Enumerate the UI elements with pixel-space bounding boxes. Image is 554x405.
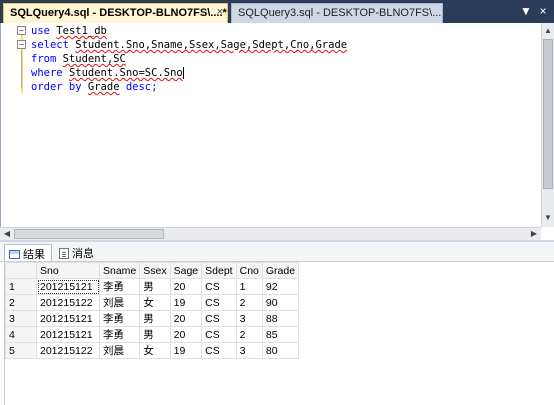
cell-sage[interactable]: 19 [169,342,203,359]
table-row[interactable]: 2 201215122 刘晨 女 19 CS 2 90 [5,294,300,311]
sql-editor[interactable]: − − use Test1_db select Student.Sno,Snam… [0,23,541,227]
row-number[interactable]: 2 [5,294,37,311]
collapse-icon[interactable]: − [17,26,26,35]
cell-grade[interactable]: 80 [261,342,300,359]
close-window-icon[interactable]: × [535,3,551,19]
code-line-2: select Student.Sno,Sname,Ssex,Sage,Sdept… [31,39,348,51]
cell-sname[interactable]: 刘晨 [98,294,141,311]
cell-grade[interactable]: 88 [261,310,300,327]
cell-grade[interactable]: 85 [261,326,300,343]
cell-cno[interactable]: 1 [235,278,263,295]
cell-sdept[interactable]: CS [201,310,237,327]
result-tab-strip: 结果 消息 [0,242,554,262]
code-line-5: order by Grade desc; [31,81,158,93]
table-row[interactable]: 5 201215122 刘晨 女 19 CS 3 80 [5,342,300,359]
cell-sage[interactable]: 20 [169,310,203,327]
table-row[interactable]: 1 201215121 李勇 男 20 CS 1 92 [5,278,300,295]
cell-ssex[interactable]: 女 [139,294,171,311]
column-header-sno[interactable]: Sno [36,262,100,279]
code-line-4: where Student.Sno=SC.Sno [31,67,184,79]
horizontal-scroll-thumb[interactable] [14,229,164,239]
cell-grade[interactable]: 90 [261,294,300,311]
cell-grade[interactable]: 92 [261,278,300,295]
row-number[interactable]: 1 [5,278,37,295]
row-number[interactable]: 3 [5,310,37,327]
results-table: Sno Sname Ssex Sage Sdept Cno Grade 1 20… [5,262,300,359]
messages-icon [59,248,69,259]
tab-list-dropdown-icon[interactable]: ▼ [518,3,534,19]
cell-ssex[interactable]: 男 [139,310,171,327]
table-row[interactable]: 3 201215121 李勇 男 20 CS 3 88 [5,310,300,327]
tab-sqlquery3-label: SQLQuery3.sql - DESKTOP-BLNO7FS\....* [238,7,443,19]
code-line-3: from Student,SC [31,53,126,65]
cell-sno[interactable]: 201215122 [36,342,100,359]
cell-sno[interactable]: 201215122 [36,294,100,311]
cell-sno[interactable]: 201215121 [36,278,100,295]
cell-cno[interactable]: 3 [235,342,263,359]
column-header-sdept[interactable]: Sdept [201,262,237,279]
cell-ssex[interactable]: 男 [139,326,171,343]
cell-sname[interactable]: 李勇 [98,310,141,327]
cell-cno[interactable]: 2 [235,326,263,343]
header-row: Sno Sname Ssex Sage Sdept Cno Grade [5,262,300,279]
cell-sdept[interactable]: CS [201,294,237,311]
tab-results-label: 结果 [23,249,45,261]
code-line-1: use Test1_db [31,25,107,37]
cell-sage[interactable]: 20 [169,278,203,295]
grid-icon [9,250,20,259]
cell-sage[interactable]: 20 [169,326,203,343]
cell-ssex[interactable]: 女 [139,342,171,359]
cell-sno[interactable]: 201215121 [36,326,100,343]
results-grid[interactable]: Sno Sname Ssex Sage Sdept Cno Grade 1 20… [4,262,554,405]
scroll-up-icon[interactable]: ▲ [542,25,554,37]
cell-sname[interactable]: 李勇 [98,326,141,343]
row-number[interactable]: 5 [5,342,37,359]
collapse-icon[interactable]: − [17,40,26,49]
cell-sno[interactable]: 201215121 [36,310,100,327]
scroll-right-icon[interactable]: ▶ [528,228,540,240]
tab-messages-label: 消息 [72,248,94,260]
column-header-sage[interactable]: Sage [169,262,203,279]
column-header-ssex[interactable]: Ssex [139,262,171,279]
cell-sage[interactable]: 19 [169,294,203,311]
cell-sdept[interactable]: CS [201,342,237,359]
column-header-sname[interactable]: Sname [98,262,141,279]
cell-cno[interactable]: 3 [235,310,263,327]
column-header-cno[interactable]: Cno [235,262,263,279]
cell-cno[interactable]: 2 [235,294,263,311]
close-tab-icon[interactable]: × [217,6,223,18]
editor-horizontal-scrollbar[interactable]: ◀ ▶ [0,227,541,240]
text-caret [182,67,184,79]
cell-sdept[interactable]: CS [201,278,237,295]
editor-vertical-scrollbar[interactable]: ▲ ▼ [541,23,554,227]
row-number-header [5,262,37,279]
scroll-left-icon[interactable]: ◀ [1,228,13,240]
table-row[interactable]: 4 201215121 李勇 男 20 CS 2 85 [5,326,300,343]
tab-messages[interactable]: 消息 [55,244,105,261]
cell-ssex[interactable]: 男 [139,278,171,295]
column-header-grade[interactable]: Grade [261,262,300,279]
vertical-scroll-thumb[interactable] [543,39,553,189]
tab-results[interactable]: 结果 [4,244,52,261]
scroll-down-icon[interactable]: ▼ [542,212,554,224]
cell-sname[interactable]: 刘晨 [98,342,141,359]
document-tab-strip: SQLQuery4.sql - DESKTOP-BLNO7FS\....* × … [0,0,554,23]
tab-sqlquery4-label: SQLQuery4.sql - DESKTOP-BLNO7FS\....* [10,7,227,19]
cell-sdept[interactable]: CS [201,326,237,343]
cell-sname[interactable]: 李勇 [98,278,141,295]
tab-sqlquery4[interactable]: SQLQuery4.sql - DESKTOP-BLNO7FS\....* × [3,3,228,23]
row-number[interactable]: 4 [5,326,37,343]
fold-guide [21,50,22,88]
tab-sqlquery3[interactable]: SQLQuery3.sql - DESKTOP-BLNO7FS\....* [231,3,443,23]
